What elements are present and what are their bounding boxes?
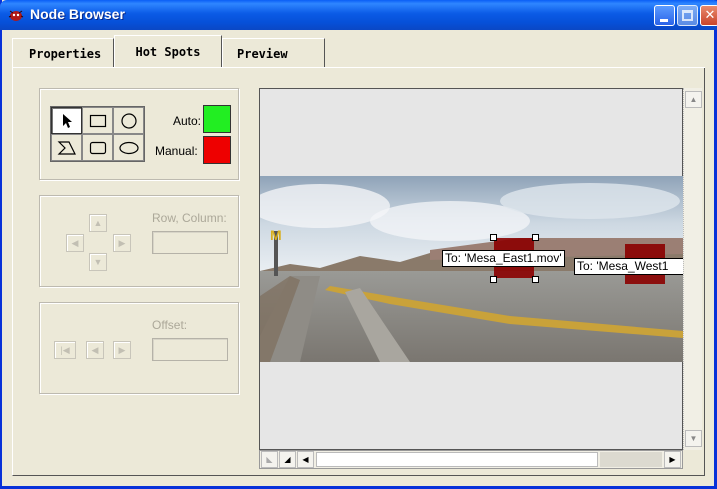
selection-handle[interactable]: [490, 234, 497, 241]
nav-down-button[interactable]: ▼: [89, 253, 107, 271]
selection-handle[interactable]: [532, 234, 539, 241]
ellipse-tool[interactable]: [113, 134, 144, 161]
up-arrow-icon: ▲: [93, 218, 103, 228]
rectangle-tool[interactable]: [82, 107, 113, 134]
manual-color-label: Manual:: [155, 144, 198, 158]
rectangle-icon: [89, 114, 106, 127]
scroll-right-button[interactable]: ▶: [664, 451, 681, 468]
title-bar[interactable]: Node Browser ✕: [0, 0, 717, 30]
down-arrow-icon: ▼: [93, 257, 103, 267]
nav-up-button[interactable]: ▲: [89, 214, 107, 232]
scroll-track[interactable]: [600, 452, 662, 467]
small-mountain-icon: ◣: [266, 455, 273, 464]
maximize-button[interactable]: [677, 5, 698, 26]
scroll-thumb[interactable]: [316, 452, 598, 467]
offset-first-button[interactable]: |◀: [54, 341, 76, 359]
offset-label: Offset:: [152, 318, 188, 332]
offset-back-button[interactable]: ◀: [86, 341, 104, 359]
selection-handle[interactable]: [490, 276, 497, 283]
left-arrow-icon: ◀: [71, 237, 79, 248]
tool-palette: [50, 106, 145, 162]
hotspot-label-east: To: 'Mesa_East1.mov': [442, 250, 565, 267]
down-arrow-icon: ▼: [689, 434, 698, 443]
zoom-in-button[interactable]: ◢: [279, 451, 296, 468]
svg-text:M: M: [270, 227, 282, 243]
horizontal-scrollbar[interactable]: ◣ ◢ ◀ ▶: [259, 450, 683, 469]
nav-right-button[interactable]: ▶: [113, 234, 131, 252]
circle-tool[interactable]: [113, 107, 144, 134]
minimize-icon: [660, 19, 668, 22]
auto-color-swatch[interactable]: [203, 105, 231, 133]
nav-left-button[interactable]: ◀: [66, 234, 84, 252]
manual-color-swatch[interactable]: [203, 136, 231, 164]
app-icon: [8, 10, 24, 21]
panorama-image[interactable]: M To: 'Mesa_West1 To: 'Mesa_East1.mov': [260, 176, 683, 362]
polygon-icon: [57, 140, 76, 155]
right-arrow-icon: ▶: [118, 237, 126, 248]
scroll-down-button[interactable]: ▼: [685, 430, 702, 447]
scroll-left-button[interactable]: ◀: [297, 451, 314, 468]
offset-forward-button[interactable]: ▶: [113, 341, 131, 359]
scroll-up-button[interactable]: ▲: [685, 91, 702, 108]
close-button[interactable]: ✕: [700, 5, 717, 26]
zoom-out-button[interactable]: ◣: [261, 451, 278, 468]
tab-properties[interactable]: Properties: [12, 38, 114, 68]
minimize-button[interactable]: [654, 5, 675, 26]
close-icon: ✕: [704, 7, 716, 22]
first-arrow-icon: |◀: [60, 344, 70, 355]
vertical-scrollbar[interactable]: ▲ ▼: [683, 88, 702, 450]
up-arrow-icon: ▲: [689, 95, 698, 104]
circle-icon: [120, 112, 137, 129]
hotspot-label-west: To: 'Mesa_West1: [574, 258, 683, 275]
left-arrow-icon: ◀: [91, 344, 99, 355]
left-arrow-icon: ◀: [302, 455, 309, 464]
tab-preview[interactable]: Preview: [222, 38, 325, 68]
arrow-pointer-icon: [62, 113, 72, 128]
arrow-tool[interactable]: [51, 107, 82, 134]
window-title: Node Browser: [30, 6, 125, 22]
mountain-icon: ◢: [284, 455, 291, 464]
auto-color-label: Auto:: [173, 114, 202, 128]
selection-handle[interactable]: [532, 276, 539, 283]
node-browser-window: Node Browser ✕ Properties Hot Spots Prev…: [0, 0, 717, 489]
offset-field[interactable]: [152, 338, 228, 361]
maximize-icon: [682, 10, 693, 21]
row-column-field[interactable]: [152, 231, 228, 254]
tab-strip: Properties Hot Spots Preview: [12, 35, 325, 68]
tab-hot-spots[interactable]: Hot Spots: [114, 35, 222, 68]
polygon-tool[interactable]: [51, 134, 82, 161]
ellipse-icon: [118, 141, 139, 154]
right-arrow-icon: ▶: [118, 344, 126, 355]
right-arrow-icon: ▶: [669, 455, 676, 464]
rounded-rectangle-tool[interactable]: [82, 134, 113, 161]
row-column-label: Row, Column:: [152, 211, 227, 225]
rounded-rectangle-icon: [89, 141, 106, 154]
